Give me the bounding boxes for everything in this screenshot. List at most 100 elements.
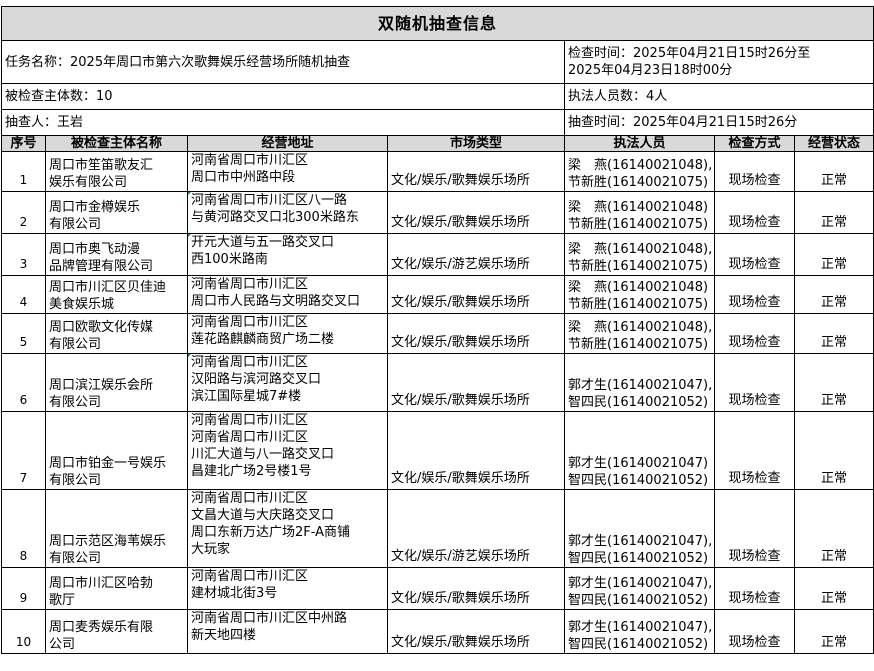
column-header-address[interactable]: 经营地址 — [187, 135, 388, 152]
subject-name-cell[interactable]: 周口市川汇区哈勃 歌厅 — [45, 567, 188, 610]
subject-name-cell[interactable]: 周口示范区海苇娱乐 有限公司 — [45, 489, 188, 568]
subject-name-cell[interactable]: 周口市铂金一号娱乐 有限公司 — [45, 411, 188, 490]
address-line: 河南省周口市川汇区 — [191, 277, 309, 292]
market-type-cell[interactable]: 文化/娱乐/歌舞娱乐场所 — [387, 353, 565, 412]
subject-name-line: 有限公司 — [49, 551, 102, 566]
inspection-method-cell[interactable]: 现场检查 — [714, 191, 795, 234]
column-header-subject[interactable]: 被检查主体名称 — [45, 135, 188, 152]
column-header-status[interactable]: 经营状态 — [793, 135, 874, 152]
market-type-cell[interactable]: 文化/娱乐/歌舞娱乐场所 — [387, 411, 565, 490]
sheet-title[interactable]: 双随机抽查信息 — [0, 6, 874, 41]
business-status-cell[interactable]: 正常 — [793, 233, 874, 276]
address-cell[interactable]: 河南省周口市川汇区 周口市人民路与文明路交叉口 — [187, 275, 388, 314]
address-cell[interactable]: 河南省周口市川汇区八一路 与黄河路交叉口北300米路东 — [187, 191, 388, 234]
subject-name-cell[interactable]: 周口欧歌文化传媒 有限公司 — [45, 313, 188, 354]
subject-count-cell[interactable]: 被检查主体数：10 — [1, 83, 565, 110]
address-line: 开元大道与五一路交叉口 — [191, 235, 335, 250]
address-line: 川汇大道与八一路交叉口 — [191, 447, 335, 462]
subject-name-line: 有限公司 — [49, 337, 102, 352]
sampling-time-cell[interactable]: 抽查时间：2025年04月21日15时26分 — [563, 109, 874, 136]
market-type-cell[interactable]: 文化/娱乐/歌舞娱乐场所 — [387, 609, 565, 654]
address-cell[interactable]: 河南省周口市川汇区 莲花路麒麟商贸广场二楼 — [187, 313, 388, 354]
officers-cell[interactable]: 郭才生(16140021047), 智四民(16140021052) — [564, 489, 715, 568]
row-number-cell[interactable]: 3 — [1, 233, 46, 276]
inspection-method-cell[interactable]: 现场检查 — [714, 411, 795, 490]
business-status-cell[interactable]: 正常 — [793, 313, 874, 354]
market-type-cell[interactable]: 文化/娱乐/游艺娱乐场所 — [387, 233, 565, 276]
row-number-cell[interactable]: 8 — [1, 489, 46, 568]
inspection-method-cell[interactable]: 现场检查 — [714, 233, 795, 276]
row-number-cell[interactable]: 1 — [1, 151, 46, 192]
row-number-cell[interactable]: 7 — [1, 411, 46, 490]
business-status-cell[interactable]: 正常 — [793, 609, 874, 654]
row-number-cell[interactable]: 9 — [1, 567, 46, 610]
address-cell[interactable]: 开元大道与五一路交叉口 西100米路南 — [187, 233, 388, 276]
row-number-cell[interactable]: 5 — [1, 313, 46, 354]
business-status-cell[interactable]: 正常 — [793, 567, 874, 610]
business-status-cell[interactable]: 正常 — [793, 353, 874, 412]
business-status-cell[interactable]: 正常 — [793, 191, 874, 234]
column-header-method[interactable]: 检查方式 — [714, 135, 795, 152]
address-cell[interactable]: 河南省周口市川汇区 周口市中州路中段 — [187, 151, 388, 192]
address-cell[interactable]: 河南省周口市川汇区 河南省周口市川汇区 川汇大道与八一路交叉口 昌建北广场2号楼1号 — [187, 411, 388, 490]
officers-cell[interactable]: 梁 燕(16140021048), 节新胜(16140021075) — [564, 151, 715, 192]
inspection-method-cell[interactable]: 现场检查 — [714, 609, 795, 654]
row-number-cell[interactable]: 2 — [1, 191, 46, 234]
officers-cell[interactable]: 梁 燕(16140021048), 节新胜(16140021075) — [564, 233, 715, 276]
officers-cell[interactable]: 郭才生(16140021047), 智四民(16140021052) — [564, 609, 715, 654]
column-header-market-type[interactable]: 市场类型 — [387, 135, 565, 152]
inspection-period-line2: 2025年04月23日18时00分 — [568, 63, 733, 78]
address-line: 汉阳路与滨河路交叉口 — [191, 372, 322, 387]
sampler-cell[interactable]: 抽查人：王岩 — [1, 109, 565, 136]
column-header-no[interactable]: 序号 — [1, 135, 46, 152]
market-type-cell[interactable]: 文化/娱乐/歌舞娱乐场所 — [387, 191, 565, 234]
officers-cell[interactable]: 梁 燕(16140021048), 节新胜(16140021075) — [564, 313, 715, 354]
task-name-cell[interactable]: 任务名称：2025年周口市第六次歌舞娱乐经营场所随机抽查 — [1, 40, 565, 84]
inspection-period-cell[interactable]: 检查时间：2025年04月21日15时26分至 2025年04月23日18时00… — [563, 40, 874, 84]
market-type-cell[interactable]: 文化/娱乐/歌舞娱乐场所 — [387, 567, 565, 610]
market-type-cell[interactable]: 文化/娱乐/歌舞娱乐场所 — [387, 151, 565, 192]
inspection-method-cell[interactable]: 现场检查 — [714, 489, 795, 568]
address-cell[interactable]: 河南省周口市川汇区 文昌大道与大庆路交叉口 周口东新万达广场2F-A商铺 大玩家 — [187, 489, 388, 568]
address-cell[interactable]: 河南省周口市川汇区中州路 新天地四楼 — [187, 609, 388, 654]
address-line: 建材城北街3号 — [191, 586, 278, 601]
subject-name-line: 有限公司 — [49, 395, 102, 410]
officers-cell[interactable]: 梁 燕(16140021048) 节新胜(16140021075) — [564, 191, 715, 234]
address-cell[interactable]: 河南省周口市川汇区 汉阳路与滨河路交叉口 滨江国际星城7#楼 — [187, 353, 388, 412]
address-cell[interactable]: 河南省周口市川汇区 建材城北街3号 — [187, 567, 388, 610]
officer-line: 郭才生(16140021047), — [568, 620, 713, 635]
subject-name-cell[interactable]: 周口市川汇区贝佳迪 美食娱乐城 — [45, 275, 188, 314]
row-number-cell[interactable]: 10 — [1, 609, 46, 654]
column-header-officers[interactable]: 执法人员 — [564, 135, 715, 152]
officer-count-cell[interactable]: 执法人员数：4人 — [563, 83, 874, 110]
officer-line: 节新胜(16140021075) — [568, 259, 709, 274]
subject-name-cell[interactable]: 周口市笙笛歌友汇 娱乐有限公司 — [45, 151, 188, 192]
row-number-cell[interactable]: 4 — [1, 275, 46, 314]
market-type-cell[interactable]: 文化/娱乐/歌舞娱乐场所 — [387, 275, 565, 314]
business-status-cell[interactable]: 正常 — [793, 151, 874, 192]
inspection-method-cell[interactable]: 现场检查 — [714, 275, 795, 314]
subject-name-cell[interactable]: 周口市金樽娱乐 有限公司 — [45, 191, 188, 234]
table-row: 1 周口市笙笛歌友汇 娱乐有限公司 河南省周口市川汇区 周口市中州路中段 文化/娱乐/歌舞… — [1, 151, 874, 192]
business-status-cell[interactable]: 正常 — [793, 411, 874, 490]
inspection-method-cell[interactable]: 现场检查 — [714, 313, 795, 354]
officers-cell[interactable]: 梁 燕(16140021048) 节新胜(16140021075) — [564, 275, 715, 314]
row-number-cell[interactable]: 6 — [1, 353, 46, 412]
subject-name-line: 周口市金樽娱乐 — [49, 200, 141, 215]
inspection-method-cell[interactable]: 现场检查 — [714, 567, 795, 610]
business-status-cell[interactable]: 正常 — [793, 489, 874, 568]
subject-name-cell[interactable]: 周口市奥飞动漫 品牌管理有限公司 — [45, 233, 188, 276]
officers-cell[interactable]: 郭才生(16140021047) 智四民(16140021052) — [564, 411, 715, 490]
subject-name-cell[interactable]: 周口滨江娱乐会所 有限公司 — [45, 353, 188, 412]
subject-name-cell[interactable]: 周口麦秀娱乐有限 公司 — [45, 609, 188, 654]
officers-cell[interactable]: 郭才生(16140021047), 智四民(16140021052) — [564, 353, 715, 412]
officer-line: 智四民(16140021052) — [568, 637, 709, 652]
cell-comment-marker-icon — [188, 234, 192, 238]
business-status-cell[interactable]: 正常 — [793, 275, 874, 314]
officers-cell[interactable]: 郭才生(16140021047), 智四民(16140021052) — [564, 567, 715, 610]
market-type-cell[interactable]: 文化/娱乐/歌舞娱乐场所 — [387, 313, 565, 354]
cell-comment-marker-icon — [188, 192, 192, 196]
inspection-method-cell[interactable]: 现场检查 — [714, 151, 795, 192]
inspection-method-cell[interactable]: 现场检查 — [714, 353, 795, 412]
market-type-cell[interactable]: 文化/娱乐/游艺娱乐场所 — [387, 489, 565, 568]
